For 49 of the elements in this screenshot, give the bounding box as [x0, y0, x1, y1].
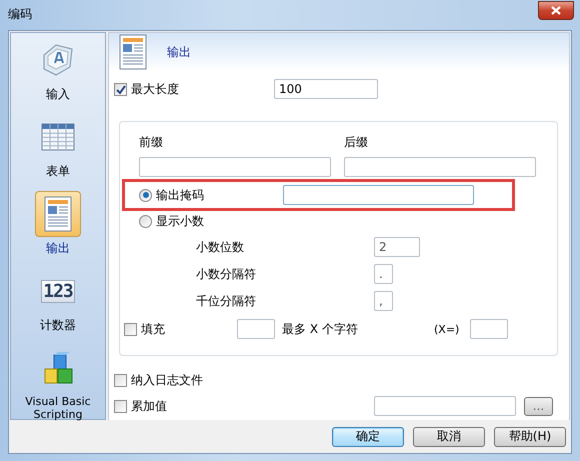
input-field[interactable]: [139, 157, 331, 177]
field-label: 小数分隔符: [196, 266, 257, 282]
dialog-button[interactable]: 确定: [332, 426, 404, 446]
sidebar-label: 计数器: [39, 318, 77, 332]
input-field[interactable]: [470, 319, 508, 339]
cubes-icon: [42, 352, 74, 384]
input-field[interactable]: [283, 185, 474, 205]
checkbox[interactable]: [114, 82, 127, 96]
input-field[interactable]: .: [374, 264, 393, 284]
counter-icon: 123: [41, 280, 75, 302]
checkbox[interactable]: [114, 400, 127, 412]
checkbox-label: 累加值: [131, 398, 168, 414]
sidebar-item[interactable]: [35, 191, 81, 237]
dialog-button[interactable]: 取消: [413, 426, 485, 446]
sidebar-label: 表单: [45, 164, 71, 178]
checkbox-label: 最大长度: [131, 80, 180, 98]
input-field[interactable]: [374, 396, 516, 416]
dialog-button[interactable]: 帮助(H): [494, 426, 566, 446]
checkbox[interactable]: [114, 374, 127, 386]
window-title: 编码: [8, 6, 32, 23]
radio-button[interactable]: [139, 214, 152, 228]
field-label: 后缀: [344, 134, 368, 150]
section-title: 输出: [167, 44, 191, 60]
table-grid-icon: [41, 123, 75, 151]
browse-button[interactable]: ...: [524, 396, 553, 416]
radio-button[interactable]: [139, 188, 152, 202]
field-label: 前缀: [139, 134, 164, 150]
sidebar-label: 输出: [45, 241, 71, 255]
input-field[interactable]: 100: [274, 79, 378, 99]
document-icon: [44, 196, 72, 232]
input-field[interactable]: 2: [374, 237, 420, 257]
field-label: 小数位数: [196, 238, 245, 256]
field-label: (X=): [434, 322, 460, 336]
checkbox[interactable]: [124, 322, 137, 336]
checkbox-label: 填充: [141, 320, 166, 338]
check-icon: [114, 84, 126, 94]
close-button[interactable]: [538, 1, 574, 20]
input-field[interactable]: ,: [374, 291, 393, 311]
field-label: 最多 X 个字符: [282, 320, 359, 338]
input-field[interactable]: [344, 157, 536, 177]
radio-label: 输出掩码: [156, 186, 205, 204]
close-icon: [551, 6, 561, 15]
radio-label: 显示小数: [156, 212, 205, 230]
input-field[interactable]: [237, 319, 275, 339]
sidebar-label: Visual Basic Scripting: [24, 395, 92, 421]
checkbox-label: 纳入日志文件: [131, 372, 203, 388]
sidebar-label: 输入: [45, 87, 71, 101]
field-label: 千位分隔符: [196, 292, 257, 310]
sidebar-item[interactable]: 123: [35, 268, 81, 314]
